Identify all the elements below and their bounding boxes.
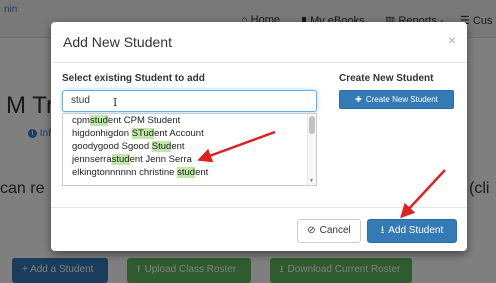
create-student-label: Create New Student bbox=[339, 73, 434, 84]
create-new-student-button[interactable]: ✚ Create New Student bbox=[339, 90, 454, 109]
download-icon: ⭳ bbox=[380, 225, 385, 236]
plus-icon: ✚ bbox=[355, 95, 362, 104]
student-search-input[interactable]: stud I bbox=[62, 90, 317, 112]
result-item[interactable]: higdonhigdon STudent Account bbox=[63, 127, 316, 140]
modal-title: Add New Student bbox=[63, 34, 172, 50]
add-student-button[interactable]: ⭳ Add Student bbox=[367, 219, 457, 243]
text-cursor-icon: I bbox=[113, 96, 118, 109]
search-value: stud bbox=[71, 95, 90, 106]
modal-header: Add New Student × bbox=[51, 22, 467, 63]
ban-icon: ⊘ bbox=[307, 225, 316, 236]
existing-student-label: Select existing Student to add bbox=[62, 73, 205, 84]
add-new-student-modal: Add New Student × Select existing Studen… bbox=[51, 22, 467, 251]
result-item[interactable]: goodygood Sgood Student bbox=[63, 140, 316, 153]
result-item[interactable]: elkingtonnnnnn christine student bbox=[63, 166, 316, 179]
results-scrollbar[interactable]: ▼ bbox=[307, 114, 316, 185]
modal-footer: ⊘ Cancel ⭳ Add Student bbox=[51, 207, 467, 251]
result-item[interactable]: cpmstudent CPM Student bbox=[63, 114, 316, 127]
result-item[interactable]: jennserrastudent Jenn Serra bbox=[63, 153, 316, 166]
close-icon[interactable]: × bbox=[448, 32, 456, 48]
scroll-down-arrow-icon[interactable]: ▼ bbox=[309, 178, 314, 184]
search-results-list[interactable]: cpmstudent CPM Student higdonhigdon STud… bbox=[62, 113, 317, 186]
cancel-button[interactable]: ⊘ Cancel bbox=[297, 219, 361, 243]
scrollbar-thumb[interactable] bbox=[309, 116, 315, 134]
